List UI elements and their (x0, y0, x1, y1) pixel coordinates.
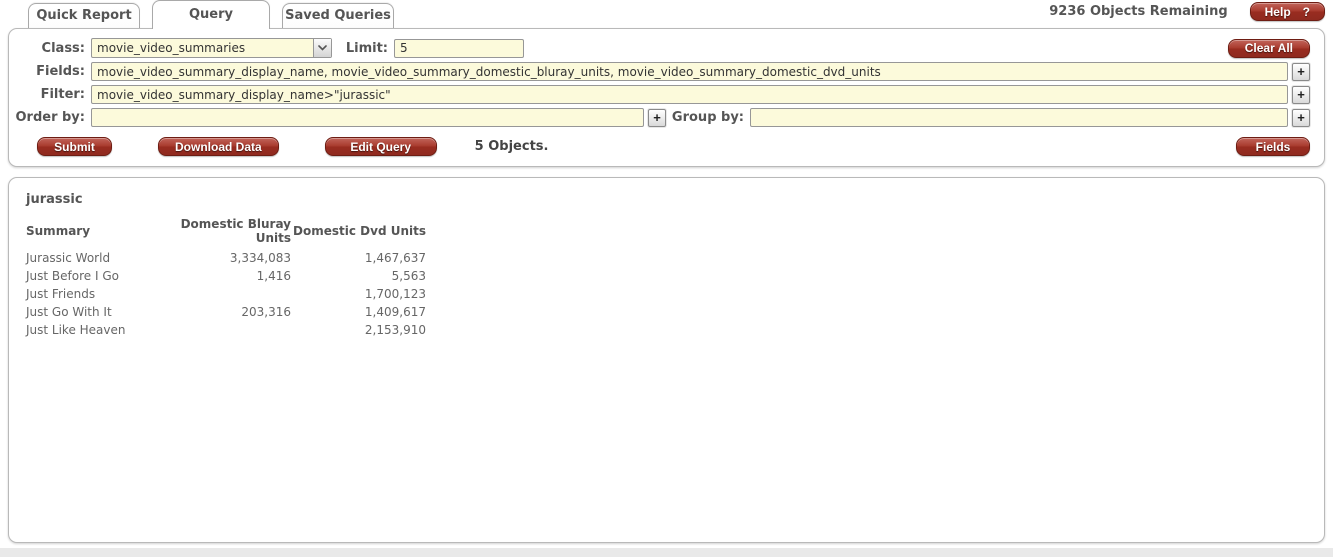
filter-row: Filter: + (13, 85, 1310, 104)
cell-value: 1,416 (256, 269, 291, 283)
table-row: Just Friends 1,700,123 (26, 285, 426, 303)
clear-all-button[interactable]: Clear All (1227, 38, 1310, 58)
order-by-input[interactable] (91, 108, 644, 127)
filter-input[interactable] (91, 85, 1288, 104)
class-label: Class: (41, 40, 85, 56)
results-table-body: Jurassic World 3,334,083 1,467,637 Just Bef… (26, 249, 426, 339)
actions-row: Submit Download Data Edit Query 5 Object… (37, 137, 1310, 156)
cell-summary: Just Before I Go (26, 269, 119, 283)
fields-button[interactable]: Fields (1236, 137, 1310, 156)
cell-value: 2,153,910 (364, 323, 426, 337)
cell-value: 1,700,123 (364, 287, 426, 301)
cell-summary: Just Like Heaven (26, 323, 126, 337)
table-row: Jurassic World 3,334,083 1,467,637 (26, 249, 426, 267)
help-button[interactable]: Help ? (1249, 2, 1325, 21)
results-title: jurassic (26, 192, 83, 207)
order-group-row: Order by: + Group by: + (13, 108, 1310, 127)
tab-query[interactable]: Query (152, 0, 270, 29)
table-row: Just Before I Go 1,416 5,563 (26, 267, 426, 285)
fields-input[interactable] (91, 62, 1288, 81)
results-table: Summary Domestic Bluray Units Domestic D… (26, 215, 426, 339)
column-header-domestic-bluray-units: Domestic Bluray Units (180, 217, 291, 245)
class-select[interactable]: movie_video_summaries (91, 38, 332, 58)
limit-label: Limit: (345, 40, 388, 56)
limit-input[interactable] (394, 38, 524, 58)
add-field-button[interactable]: + (1292, 62, 1310, 81)
results-panel: jurassic Summary Domestic Bluray Units D… (8, 177, 1325, 543)
filter-label: Filter: (40, 87, 85, 102)
add-filter-button[interactable]: + (1292, 85, 1310, 104)
tab-quick-report[interactable]: Quick Report (28, 3, 140, 28)
chevron-down-icon (313, 39, 331, 57)
order-by-label: Order by: (15, 110, 85, 125)
cell-value: 1,409,617 (364, 305, 426, 319)
cell-value: 203,316 (241, 305, 291, 319)
group-by-input[interactable] (750, 108, 1288, 127)
cell-value: 5,563 (391, 269, 426, 283)
help-button-label: Help (1264, 4, 1291, 19)
objects-remaining-label: 9236 Objects Remaining (1049, 4, 1228, 19)
group-by-label: Group by: (671, 110, 744, 125)
cell-summary: Jurassic World (26, 251, 111, 265)
tab-saved-queries[interactable]: Saved Queries (282, 3, 394, 28)
fields-row: Fields: + (13, 62, 1310, 81)
class-select-value: movie_video_summaries (97, 41, 246, 55)
cell-value (144, 321, 291, 339)
table-row: Just Like Heaven 2,153,910 (26, 321, 426, 339)
add-group-by-button[interactable]: + (1292, 108, 1310, 127)
edit-query-button[interactable]: Edit Query (324, 137, 437, 156)
submit-button[interactable]: Submit (37, 137, 112, 156)
cell-value: 3,334,083 (229, 251, 291, 265)
table-row: Just Go With It 203,316 1,409,617 (26, 303, 426, 321)
window-bottom-edge (0, 548, 1333, 557)
add-order-by-button[interactable]: + (648, 108, 666, 127)
fields-label: Fields: (36, 64, 85, 79)
cell-summary: Just Go With It (26, 305, 112, 319)
query-form-panel: Class: movie_video_summaries Limit: Clea… (8, 28, 1325, 167)
download-data-button[interactable]: Download Data (158, 137, 279, 156)
tab-bar: Quick Report Query Saved Queries 9236 Ob… (0, 0, 1333, 29)
class-row: Class: movie_video_summaries Limit: Clea… (13, 38, 1310, 58)
table-header-row: Summary Domestic Bluray Units Domestic D… (26, 215, 426, 249)
column-header-domestic-dvd-units: Domestic Dvd Units (293, 224, 426, 238)
cell-value (144, 285, 291, 303)
column-header-summary: Summary (26, 224, 91, 238)
objects-count-label: 5 Objects. (474, 139, 549, 154)
cell-summary: Just Friends (26, 287, 96, 301)
cell-value: 1,467,637 (364, 251, 426, 265)
question-mark-icon: ? (1302, 4, 1310, 19)
